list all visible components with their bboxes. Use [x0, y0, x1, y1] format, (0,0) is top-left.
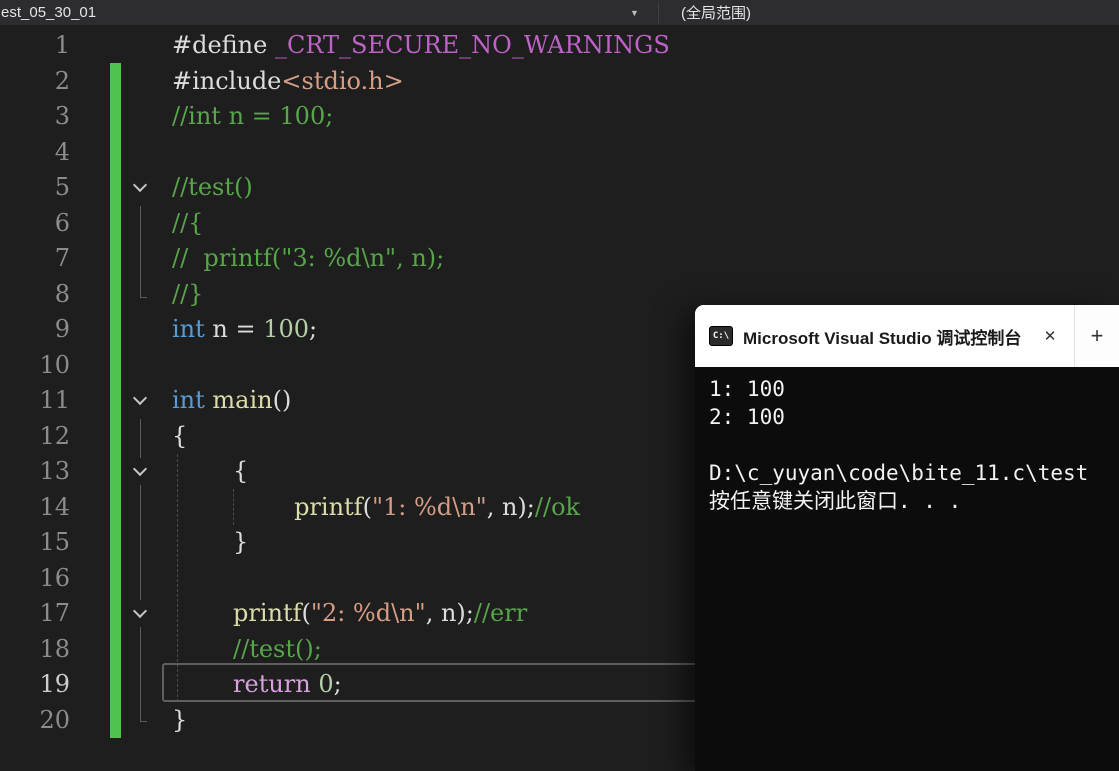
scope-dropdown-label: (全局范围): [681, 5, 751, 22]
code-text: //int n = 100;: [172, 102, 334, 130]
code-text: {: [172, 421, 188, 450]
close-icon[interactable]: ✕: [1036, 327, 1064, 345]
line-number: 3: [54, 102, 70, 130]
line-number: 6: [54, 208, 70, 237]
code-text: }: [172, 528, 249, 556]
console-title: Microsoft Visual Studio 调试控制台: [743, 328, 1022, 348]
code-row[interactable]: 1 #define _CRT_SECURE_NO_WARNINGS: [0, 28, 1119, 64]
line-number: 4: [54, 137, 70, 166]
code-row[interactable]: 4: [0, 135, 1119, 171]
code-row[interactable]: 3 //int n = 100;: [0, 99, 1119, 135]
line-number: 18: [39, 634, 70, 663]
code-text: //{: [172, 208, 204, 237]
line-number: 17: [39, 599, 70, 627]
navbar: est_05_30_01 ▼ (全局范围): [0, 0, 1119, 25]
line-number: 20: [39, 705, 70, 734]
console-line: 1: 100: [709, 377, 785, 401]
code-row[interactable]: 5 //test(): [0, 170, 1119, 206]
console-window: C:\ Microsoft Visual Studio 调试控制台 ✕ + 1:…: [695, 305, 1119, 771]
line-number: 14: [39, 492, 70, 521]
console-titlebar: C:\ Microsoft Visual Studio 调试控制台 ✕ +: [695, 305, 1119, 367]
fold-chevron-icon[interactable]: [128, 174, 152, 201]
navbar-divider: [658, 2, 659, 23]
line-number: 16: [39, 563, 70, 592]
line-number: 11: [39, 386, 70, 414]
code-text: //test(): [172, 173, 253, 201]
code-text: printf("1: %d\n", n);//ok: [294, 492, 581, 521]
console-line: D:\c_yuyan\code\bite_11.c\test: [709, 461, 1089, 485]
console-body[interactable]: 1: 100 2: 100 D:\c_yuyan\code\bite_11.c\…: [695, 367, 1119, 771]
new-tab-button[interactable]: +: [1075, 305, 1119, 367]
code-text: #define _CRT_SECURE_NO_WARNINGS: [172, 31, 670, 59]
line-number: 2: [54, 66, 70, 95]
code-text: int main(): [172, 386, 292, 414]
code-row[interactable]: 2 #include<stdio.h>: [0, 64, 1119, 100]
line-number: 13: [39, 457, 70, 485]
code-text: printf("2: %d\n", n);//err: [233, 599, 528, 627]
code-text: }: [172, 705, 188, 734]
code-text: //}: [172, 279, 204, 308]
console-tab[interactable]: C:\ Microsoft Visual Studio 调试控制台 ✕: [695, 305, 1075, 367]
fold-chevron-icon[interactable]: [128, 387, 152, 414]
code-text: {: [172, 457, 249, 485]
line-number: 5: [54, 173, 70, 201]
console-line: 2: 100: [709, 405, 785, 429]
code-text: //test();: [233, 634, 322, 663]
console-icon: C:\: [709, 326, 733, 346]
line-number: 8: [54, 279, 70, 308]
chevron-down-icon: ▼: [630, 7, 639, 18]
line-number: 7: [54, 244, 70, 272]
code-row[interactable]: 7 // printf("3: %d\n", n);: [0, 241, 1119, 277]
line-number: 15: [39, 528, 70, 556]
console-line: 按任意键关闭此窗口. . .: [709, 489, 962, 513]
code-text: int n = 100;: [172, 315, 318, 343]
code-text: // printf("3: %d\n", n);: [172, 244, 445, 272]
fold-chevron-icon[interactable]: [128, 600, 152, 627]
scope-dropdown[interactable]: (全局范围): [668, 0, 751, 25]
member-dropdown[interactable]: est_05_30_01: [0, 0, 658, 25]
line-number: 10: [39, 350, 70, 379]
line-number: 9: [54, 315, 70, 343]
code-text: #include<stdio.h>: [172, 66, 404, 95]
line-number: 19: [39, 670, 70, 698]
code-row[interactable]: 6 //{: [0, 206, 1119, 242]
line-number: 12: [39, 421, 70, 450]
fold-chevron-icon[interactable]: [128, 458, 152, 485]
member-dropdown-label: est_05_30_01: [1, 4, 97, 21]
line-number: 1: [54, 31, 70, 59]
plus-icon: +: [1090, 323, 1104, 348]
